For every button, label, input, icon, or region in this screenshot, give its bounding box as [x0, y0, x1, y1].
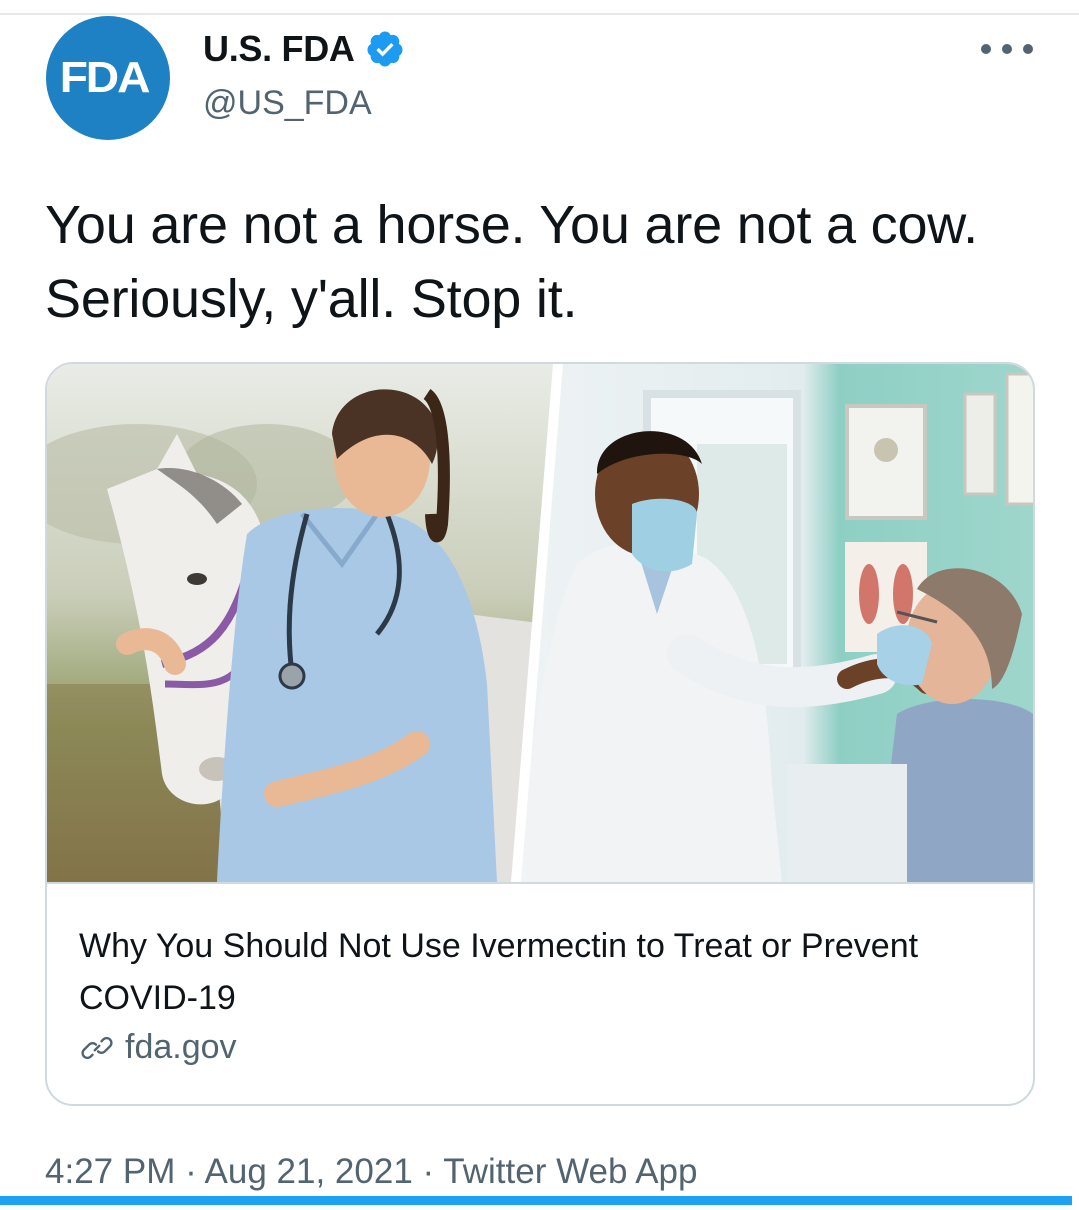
more-dot: [1002, 44, 1012, 54]
card-domain-row[interactable]: fda.gov: [79, 1028, 237, 1067]
avatar[interactable]: FDA: [46, 16, 170, 140]
tweet-time[interactable]: 4:27 PM: [45, 1152, 175, 1191]
top-divider: [0, 13, 1079, 15]
tweet-date[interactable]: Aug 21, 2021: [205, 1152, 413, 1191]
more-dot: [981, 44, 991, 54]
card-image-illustration: [47, 364, 1033, 882]
meta-separator: ·: [422, 1152, 435, 1191]
accent-bar: [0, 1196, 1072, 1205]
card-domain[interactable]: fda.gov: [125, 1028, 237, 1067]
tweet: FDA U.S. FDA @US_FDA You are not a horse…: [0, 0, 1079, 1210]
display-name[interactable]: U.S. FDA: [203, 28, 355, 70]
tweet-text: You are not a horse. You are not a cow. …: [45, 195, 978, 329]
display-name-row[interactable]: U.S. FDA: [203, 28, 405, 70]
link-card[interactable]: Why You Should Not Use Ivermectin to Tre…: [45, 362, 1035, 1106]
verified-badge-icon: [365, 29, 405, 69]
card-title[interactable]: Why You Should Not Use Ivermectin to Tre…: [79, 920, 999, 1024]
link-icon: [79, 1030, 115, 1066]
meta-separator: ·: [185, 1152, 197, 1191]
more-options-icon[interactable]: [981, 36, 1033, 62]
avatar-logo-text: FDA: [59, 53, 150, 102]
handle[interactable]: @US_FDA: [203, 84, 372, 123]
card-image[interactable]: [47, 364, 1033, 884]
tweet-meta: 4:27 PM · Aug 21, 2021 · Twitter Web App: [45, 1152, 697, 1192]
more-dot: [1023, 44, 1033, 54]
tweet-source[interactable]: Twitter Web App: [443, 1152, 697, 1191]
